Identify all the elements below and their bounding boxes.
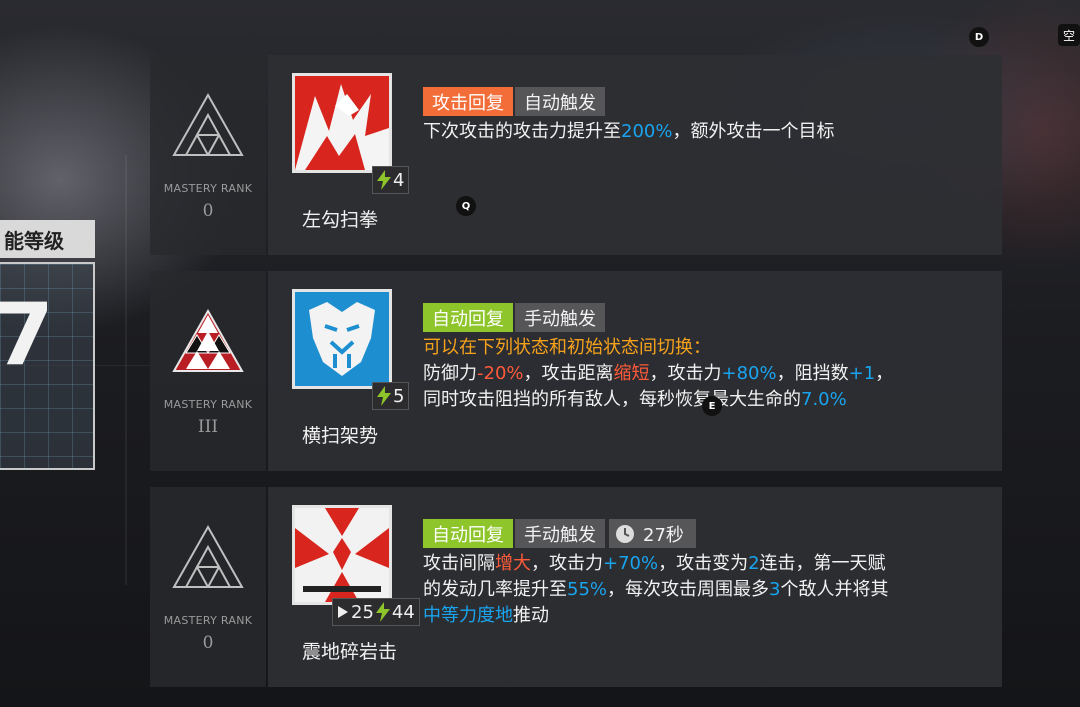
level-tab: 能等级	[0, 220, 95, 258]
mastery-rank-label: MASTERY RANK	[163, 614, 253, 627]
skill-name: 左勾扫拳	[302, 209, 379, 231]
skill-tags: 自动回复 手动触发 27秒	[423, 519, 696, 548]
mastery-column: MASTERY RANK III	[150, 271, 266, 471]
trigger-tag: 手动触发	[515, 303, 605, 332]
mastery-rank-value: 0	[202, 201, 214, 221]
sp-cost-badge: 5	[372, 382, 410, 410]
clock-icon	[616, 524, 634, 543]
play-icon	[338, 606, 348, 618]
initial-sp: 25	[351, 601, 374, 623]
sp-cost-badge: 25 44	[332, 598, 420, 626]
mastery-column: MASTERY RANK 0	[150, 55, 266, 255]
skill-name: 横扫架势	[302, 425, 379, 447]
lightning-icon	[377, 170, 391, 190]
mastery-rank-value: III	[197, 417, 219, 437]
skill-name: 震地碎岩击	[302, 641, 398, 663]
sp-cost-badge: 4	[372, 166, 410, 194]
skill-description: 下次攻击的攻击力提升至200%，额外攻击一个目标	[423, 121, 835, 142]
sp-recovery-tag: 自动回复	[423, 303, 513, 332]
skill-tags: 攻击回复 自动触发	[423, 87, 605, 116]
hotkey-q-hint[interactable]: Q	[456, 196, 476, 216]
skill-description: 攻击间隔增大，攻击力+70%，攻击变为2连击，第一天赋 的发动几率提升至55%，…	[423, 553, 889, 626]
skill-tags: 自动回复 手动触发	[423, 303, 605, 332]
lightning-icon	[377, 386, 391, 406]
skill-row-3[interactable]: MASTERY RANK 0 25 44 震地碎岩击 自动回复 手动触发 27秒	[150, 487, 1002, 687]
hotkey-e-hint[interactable]: E	[702, 396, 722, 416]
skill-card: 25 44 震地碎岩击 自动回复 手动触发 27秒 攻击间隔增大，攻击力+70%…	[268, 487, 1002, 687]
level-title: 能等级	[4, 228, 64, 253]
duration: 27秒	[643, 524, 684, 546]
bg-divider	[125, 155, 127, 585]
mastery-rank-value: 0	[202, 633, 214, 653]
skill-row-1[interactable]: MASTERY RANK 0 4 左勾扫拳 攻击回复 自动触发 下次攻击的攻击力…	[150, 55, 1002, 255]
mastery-rank-label: MASTERY RANK	[163, 398, 253, 411]
mastery-column: MASTERY RANK 0	[150, 487, 266, 687]
mastery-triangle-icon	[172, 309, 244, 372]
sp-recovery-tag: 自动回复	[423, 519, 513, 548]
sp-cost: 5	[393, 385, 405, 407]
duration-tag: 27秒	[609, 519, 696, 548]
skill-icon-hook-punch[interactable]	[292, 73, 392, 173]
skill-row-2[interactable]: MASTERY RANK III 5 横扫架势 自动回复 手动触发 可以在下列状…	[150, 271, 1002, 471]
skill-icon-sweeping-stance[interactable]	[292, 289, 392, 389]
hotkey-d-hint[interactable]: D	[969, 27, 989, 47]
mastery-triangle-icon	[172, 525, 244, 588]
lightning-icon	[375, 602, 390, 622]
skill-card: 4 左勾扫拳 攻击回复 自动触发 下次攻击的攻击力提升至200%，额外攻击一个目…	[268, 55, 1002, 255]
skill-icon-ground-shatter[interactable]	[292, 505, 392, 605]
trigger-tag: 自动触发	[515, 87, 605, 116]
trigger-tag: 手动触发	[515, 519, 605, 548]
sp-cost: 4	[393, 169, 405, 191]
sp-cost: 44	[391, 601, 415, 623]
hotkey-corner-hint[interactable]: 空	[1058, 24, 1080, 46]
level-number: 7	[0, 285, 54, 385]
sp-recovery-tag: 攻击回复	[423, 87, 513, 116]
mastery-triangle-icon	[172, 93, 244, 156]
mastery-rank-label: MASTERY RANK	[163, 182, 253, 195]
skill-card: 5 横扫架势 自动回复 手动触发 可以在下列状态和初始状态间切换： 防御力-20…	[268, 271, 1002, 471]
